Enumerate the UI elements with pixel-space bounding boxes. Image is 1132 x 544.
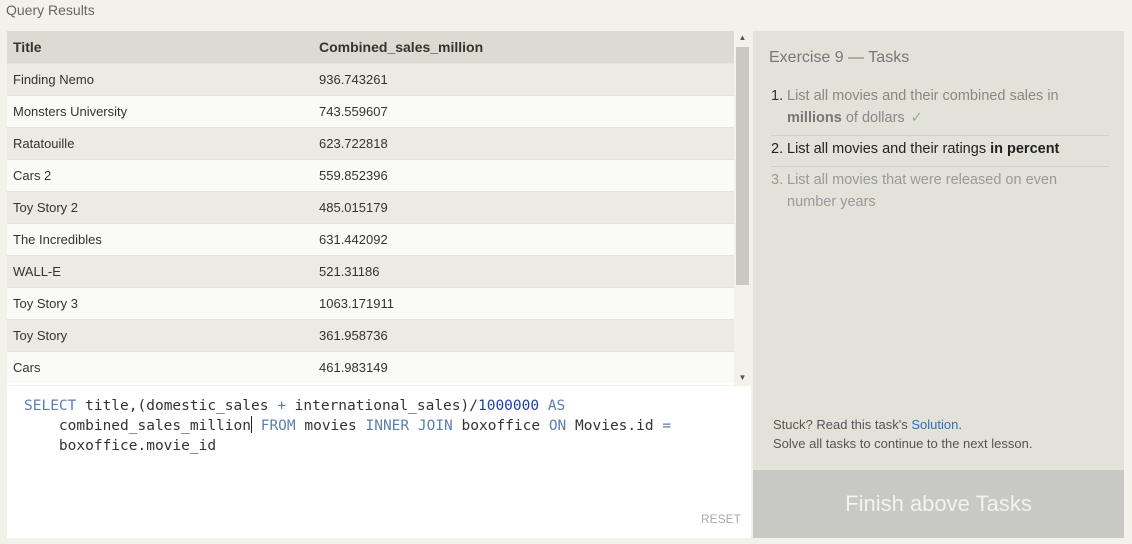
cell-title: Monsters University [7, 94, 313, 127]
cell-title: The Incredibles [7, 222, 313, 255]
cell-sales: 936.743261 [313, 62, 734, 95]
task-list: 1. List all movies and their combined sa… [771, 83, 1109, 219]
results-title: Query Results [6, 2, 95, 18]
scroll-up-arrow-icon[interactable]: ▲ [738, 33, 747, 42]
cell-sales: 1063.171911 [313, 286, 734, 319]
cell-sales: 559.852396 [313, 158, 734, 191]
cell-title: Cars [7, 350, 313, 383]
cell-title: WALL-E [7, 254, 313, 287]
table-row: Finding Nemo 936.743261 [7, 62, 734, 95]
table-row: WALL-E 521.31186 [7, 254, 734, 287]
table-row: Monsters University 743.559607 [7, 94, 734, 127]
task-text: List all movies and their combined sales… [787, 88, 1059, 126]
table-row: The Incredibles 631.442092 [7, 222, 734, 255]
table-row: Toy Story 3 1063.171911 [7, 286, 734, 319]
solution-link[interactable]: Solution [911, 417, 958, 432]
sql-line-3: boxoffice.movie_id [58, 438, 217, 454]
task-item-1: 1. List all movies and their combined sa… [771, 83, 1109, 136]
task-number: 1. [771, 88, 784, 104]
cell-title: Toy Story 2 [7, 190, 313, 223]
column-header-combined-sales: Combined_sales_million [313, 31, 734, 63]
cell-title: Finding Nemo [7, 62, 313, 95]
reset-button[interactable]: RESET [701, 512, 741, 526]
results-table-panel[interactable]: Title Combined_sales_million Finding Nem… [7, 31, 751, 385]
column-header-title: Title [7, 31, 313, 63]
tasks-title: Exercise 9 — Tasks [769, 49, 910, 66]
table-row: Toy Story 361.958736 [7, 318, 734, 351]
table-row: Cars 461.983149 [7, 350, 734, 383]
help-text: Stuck? Read this task's Solution. Solve … [773, 417, 1033, 451]
table-row: Ratatouille 623.722818 [7, 126, 734, 159]
cell-title: Ratatouille [7, 126, 313, 159]
finish-tasks-button[interactable]: Finish above Tasks [753, 470, 1124, 538]
task-item-2: 2. List all movies and their ratings in … [771, 136, 1109, 167]
tasks-panel: Exercise 9 — Tasks 1. List all movies an… [753, 31, 1124, 538]
checkmark-icon: ✓ [910, 110, 923, 126]
cell-sales: 743.559607 [313, 94, 734, 127]
cell-sales: 521.31186 [313, 254, 734, 287]
results-table: Title Combined_sales_million Finding Nem… [7, 31, 734, 383]
sql-line-1: SELECT title,(domestic_sales + internati… [24, 398, 566, 414]
cell-title: Toy Story 3 [7, 286, 313, 319]
scroll-thumb[interactable] [736, 47, 749, 285]
table-row: Cars 2 559.852396 [7, 158, 734, 191]
cell-sales: 623.722818 [313, 126, 734, 159]
cell-sales: 361.958736 [313, 318, 734, 351]
table-header-row: Title Combined_sales_million [7, 31, 734, 63]
continue-text: Solve all tasks to continue to the next … [773, 436, 1033, 451]
table-row: Toy Story 2 485.015179 [7, 190, 734, 223]
scroll-down-arrow-icon[interactable]: ▼ [738, 373, 747, 382]
results-scrollbar[interactable]: ▲ ▼ [734, 31, 751, 385]
cell-title: Cars 2 [7, 158, 313, 191]
sql-line-2: combined_sales_million FROM movies INNER… [58, 416, 672, 434]
cell-sales: 461.983149 [313, 350, 734, 383]
task-text: List all movies that were released on ev… [787, 172, 1058, 210]
cell-sales: 485.015179 [313, 190, 734, 223]
task-number: 3. [771, 172, 784, 188]
sql-editor[interactable]: SELECT title,(domestic_sales + internati… [7, 386, 751, 538]
cell-title: Toy Story [7, 318, 313, 351]
task-text: List all movies and their ratings in per… [787, 141, 1060, 157]
task-number: 2. [771, 141, 784, 157]
task-item-3: 3. List all movies that were released on… [771, 167, 1109, 219]
sql-code[interactable]: SELECT title,(domestic_sales + internati… [24, 396, 671, 456]
cell-sales: 631.442092 [313, 222, 734, 255]
